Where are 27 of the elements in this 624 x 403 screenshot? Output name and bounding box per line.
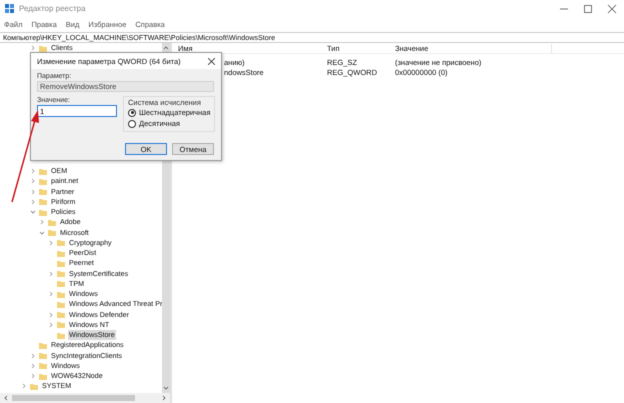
radio-button[interactable] [128,108,136,116]
chevron-right-icon[interactable] [48,270,55,277]
horizontal-scrollbar[interactable] [0,393,170,403]
scroll-up-icon[interactable] [163,45,169,51]
scroll-down-icon[interactable] [163,385,169,391]
chevron-right-icon[interactable] [30,362,37,369]
chevron-right-icon[interactable] [30,178,37,184]
chevron-right-icon[interactable] [30,352,37,359]
app-icon [5,4,14,13]
close-icon[interactable] [208,58,215,64]
radio-button[interactable] [128,120,136,128]
chevron-right-icon[interactable] [30,188,37,195]
scroll-right-icon[interactable] [161,395,167,401]
chevron-right-icon[interactable] [48,312,55,318]
chevron-right-icon[interactable] [21,383,28,390]
scroll-left-icon[interactable] [3,395,9,401]
chevron-right-icon[interactable] [39,219,46,226]
chevron-right-icon[interactable] [48,240,55,246]
window-title: Редактор реестра [19,4,86,13]
chevron-right-icon[interactable] [48,322,55,328]
chevron-down-icon[interactable] [39,230,46,236]
chevron-right-icon[interactable] [30,168,37,174]
chevron-right-icon[interactable] [48,291,55,298]
chevron-right-icon[interactable] [30,198,37,205]
chevron-down-icon[interactable] [30,209,37,216]
chevron-right-icon[interactable] [30,373,37,380]
chevron-right-icon[interactable] [30,45,37,52]
